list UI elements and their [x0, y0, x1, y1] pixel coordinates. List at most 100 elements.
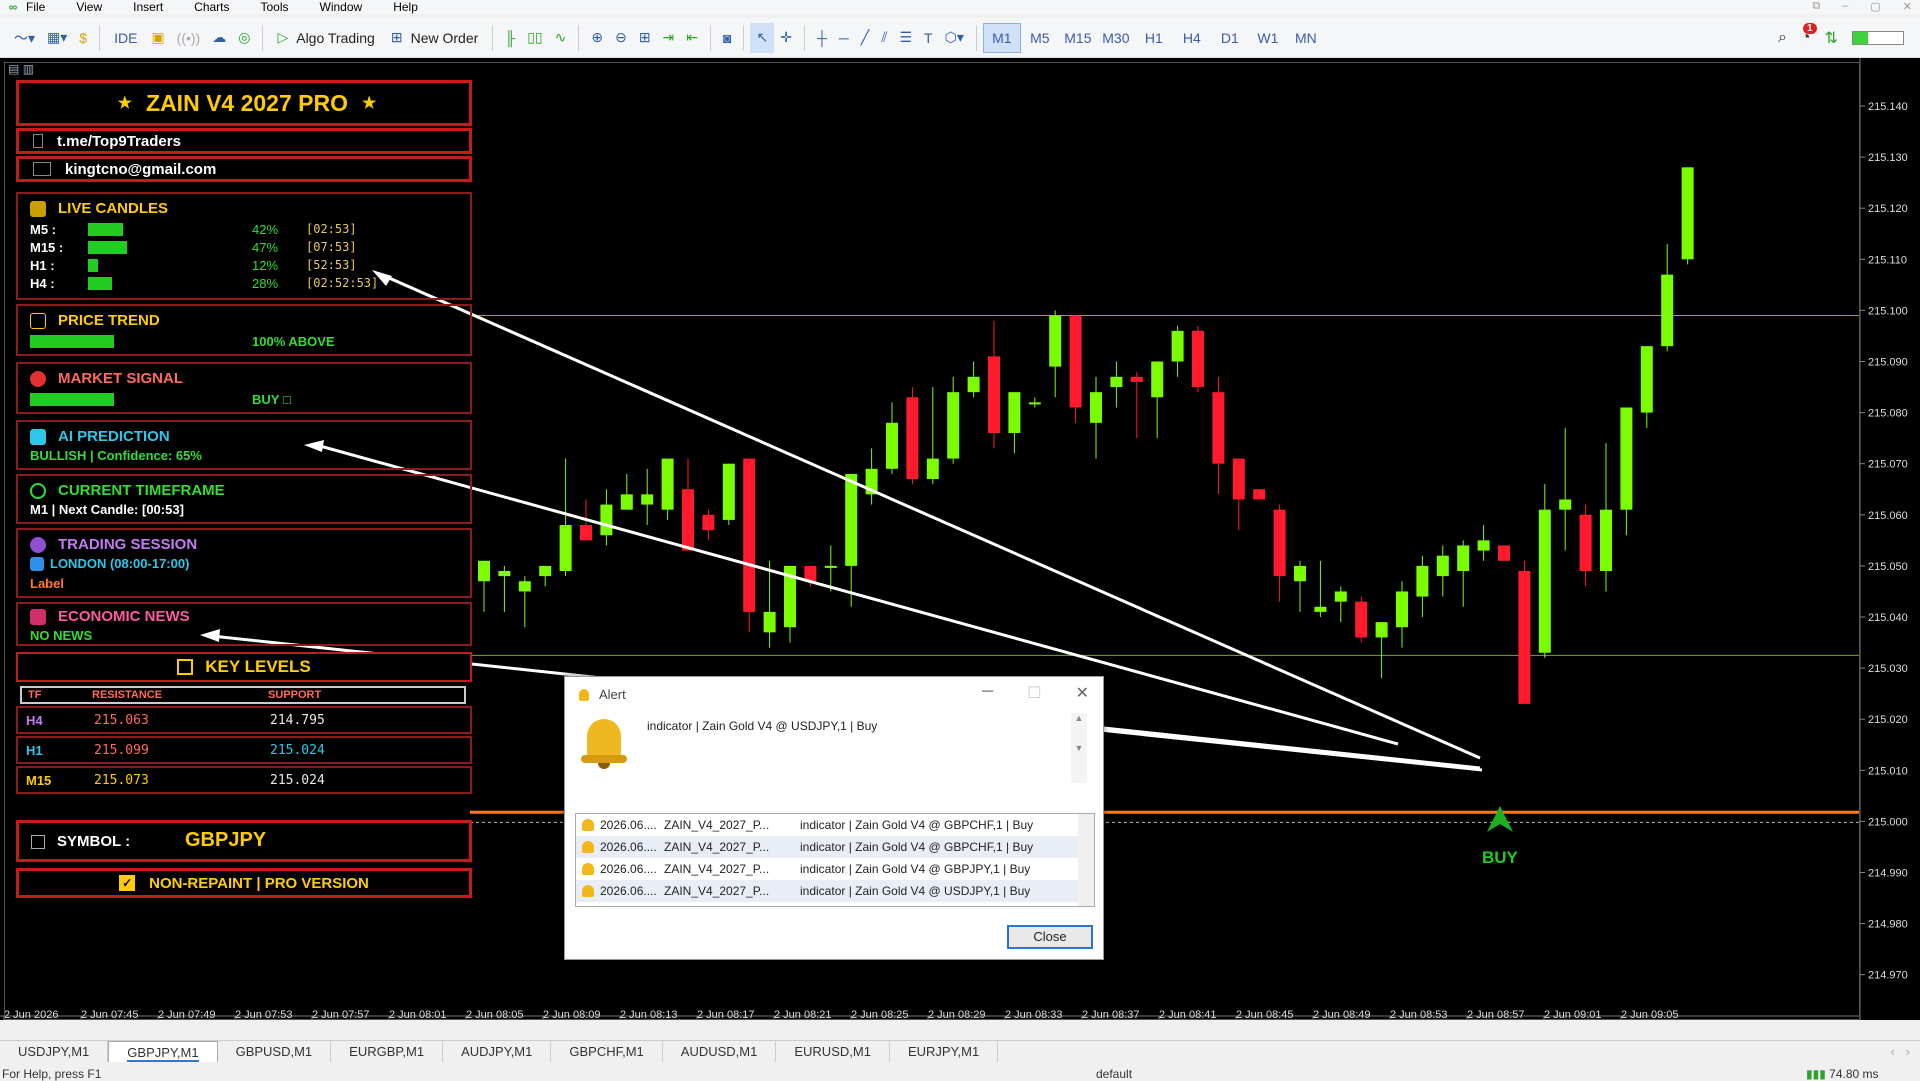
tab-gbpchf[interactable]: GBPCHF,M1	[551, 1041, 663, 1062]
close-button[interactable]: Close	[1007, 925, 1093, 949]
timeframe-m5[interactable]: M5	[1021, 23, 1059, 53]
telegram-link[interactable]: t.me/Top9Traders	[57, 133, 181, 150]
zoom-out-icon[interactable]: ⊖	[609, 23, 633, 53]
price-tick-label: 215.080	[1868, 408, 1908, 420]
timeframe-m1[interactable]: M1	[982, 22, 1021, 53]
list-item[interactable]: 2026.06.... ZAIN_V4_2027_P... indicator …	[576, 836, 1078, 858]
time-tick-label: 2 Jun 08:53	[1390, 1009, 1448, 1020]
horizontal-line-icon[interactable]: ─	[833, 23, 855, 53]
email-text[interactable]: kingtcno@gmail.com	[65, 161, 216, 178]
bull-candle	[1008, 392, 1021, 434]
menu-view[interactable]: View	[76, 0, 102, 14]
autoscroll-icon[interactable]: ⇥	[657, 23, 681, 53]
line-chart-icon[interactable]: ∿	[549, 23, 573, 53]
signal-icon[interactable]: ((•))	[171, 23, 207, 53]
window-tile-icon[interactable]: ▥	[23, 62, 34, 76]
bar-chart-icon[interactable]: ╟	[499, 23, 521, 53]
bear-candle	[1498, 545, 1510, 561]
tab-eurusd[interactable]: EURUSD,M1	[776, 1041, 890, 1062]
time-tick-label: 2 Jun 08:37	[1082, 1009, 1140, 1020]
candle-timer: [07:53]	[306, 240, 357, 254]
search-icon[interactable]: ⌕	[1778, 29, 1787, 47]
restore-icon[interactable]: ⧉	[1812, 0, 1820, 13]
zoom-in-icon[interactable]: ⊕	[585, 23, 609, 53]
time-tick-label: 2 Jun 08:45	[1236, 1009, 1294, 1020]
live-candles-section: LIVE CANDLES M5 : 42% [02:53] M15 : 47% …	[16, 192, 472, 300]
new-order-button[interactable]: ⊞ New Order	[383, 23, 486, 53]
tab-audjpy[interactable]: AUDJPY,M1	[443, 1041, 552, 1062]
timeframe-w1[interactable]: W1	[1249, 23, 1287, 53]
key-levels-title: KEY LEVELS	[205, 657, 311, 676]
tab-usdjpy[interactable]: USDJPY,M1	[0, 1041, 109, 1062]
alert-source: ZAIN_V4_2027_P...	[664, 818, 770, 832]
close-icon[interactable]: ✕	[1903, 0, 1912, 13]
economic-news-section: ECONOMIC NEWS NO NEWS	[16, 602, 472, 646]
menu-file[interactable]: File	[26, 0, 45, 14]
connection-icon[interactable]: ⇅	[1825, 28, 1838, 48]
tab-eurjpy[interactable]: EURJPY,M1	[890, 1041, 999, 1062]
candle-timer: [52:53]	[306, 258, 357, 272]
timeframe-m15[interactable]: M15	[1059, 23, 1097, 53]
tab-audusd[interactable]: AUDUSD,M1	[663, 1041, 777, 1062]
close-icon[interactable]: ✕	[1076, 683, 1089, 703]
menu-insert[interactable]: Insert	[133, 0, 163, 14]
cloud-icon[interactable]: ☁	[206, 23, 232, 53]
ide-button[interactable]: IDE	[106, 23, 145, 53]
target-icon	[30, 370, 46, 387]
candle-progress-bar	[88, 276, 112, 290]
menu-help[interactable]: Help	[393, 0, 418, 14]
chart-type-icon[interactable]: 〜▾	[8, 23, 41, 53]
screenshot-icon[interactable]: ◙	[717, 23, 737, 53]
chart-shift-icon[interactable]: ⇤	[680, 23, 704, 53]
list-item[interactable]: 2026.06.... ZAIN_V4_2027_P... indicator …	[576, 858, 1078, 880]
crosshair-icon[interactable]: ✛	[774, 23, 798, 53]
tab-gbpjpy[interactable]: GBPJPY,M1	[108, 1041, 218, 1062]
tab-eurgbp[interactable]: EURGBP,M1	[331, 1041, 444, 1062]
timeframe-d1[interactable]: D1	[1211, 23, 1249, 53]
vps-icon[interactable]: ◎	[232, 23, 256, 53]
maximize-icon[interactable]: ▢	[1870, 0, 1880, 13]
newspaper-icon	[30, 608, 46, 625]
timeframe-mn[interactable]: MN	[1287, 23, 1325, 53]
vertical-line-icon[interactable]: ┼	[811, 23, 833, 53]
timeframe-h4[interactable]: H4	[1173, 23, 1211, 53]
menu-tools[interactable]: Tools	[261, 0, 289, 14]
minimize-icon[interactable]: –	[1842, 0, 1848, 13]
bull-candle	[1171, 330, 1184, 362]
minimize-icon[interactable]: ─	[982, 683, 993, 703]
trendline-icon[interactable]: ╱	[855, 23, 875, 53]
cursor-icon[interactable]: ↖	[750, 22, 775, 53]
symbol-value: GBPJPY	[185, 829, 267, 851]
trading-session-row: LONDON (08:00-17:00)	[30, 556, 189, 571]
fibonacci-icon[interactable]: ☰	[893, 23, 918, 53]
tab-gbpusd[interactable]: GBPUSD,M1	[218, 1041, 332, 1062]
list-item[interactable]: 2026.06.... ZAIN_V4_2027_P... indicator …	[576, 880, 1078, 902]
bear-candle	[743, 458, 756, 612]
algo-trading-button[interactable]: ▷ Algo Trading	[269, 23, 382, 53]
maximize-icon[interactable]: ☐	[1027, 683, 1041, 703]
tab-scroll-arrows[interactable]: ‹ ›	[1891, 1044, 1911, 1059]
tab-label: EURGBP,M1	[349, 1044, 425, 1059]
new-chart-icon[interactable]: ▦▾	[41, 23, 73, 53]
notifications-icon[interactable]: ◔ 1	[1801, 22, 1817, 47]
bull-candle	[1049, 315, 1062, 367]
text-icon[interactable]: T	[918, 23, 939, 53]
timeframe-m30[interactable]: M30	[1097, 23, 1135, 53]
lock-icon[interactable]: ▣	[145, 23, 170, 53]
candles-icon[interactable]: ▯▯	[521, 23, 548, 53]
grid-icon[interactable]: ⊞	[633, 23, 657, 53]
candle-timer: [02:53]	[306, 222, 357, 236]
shapes-icon[interactable]: ⬡▾	[939, 23, 970, 53]
channel-icon[interactable]: ⫽	[875, 23, 893, 53]
candle-row-h4: H4 : 28% [02:52:53]	[30, 274, 470, 292]
list-scrollbar[interactable]	[1078, 814, 1094, 906]
dollar-icon[interactable]: $	[73, 23, 93, 53]
window-list-icon[interactable]: ▤	[8, 62, 19, 76]
column-header-tf: TF	[28, 689, 42, 701]
menu-window[interactable]: Window	[320, 0, 363, 14]
list-item[interactable]: 2026.06.... ZAIN_V4_2027_P... indicator …	[576, 814, 1078, 836]
candle-pct: 28%	[252, 275, 279, 291]
timeframe-h1[interactable]: H1	[1135, 23, 1173, 53]
message-scrollbar[interactable]: ▲ ▼	[1071, 713, 1087, 783]
menu-charts[interactable]: Charts	[194, 0, 229, 14]
